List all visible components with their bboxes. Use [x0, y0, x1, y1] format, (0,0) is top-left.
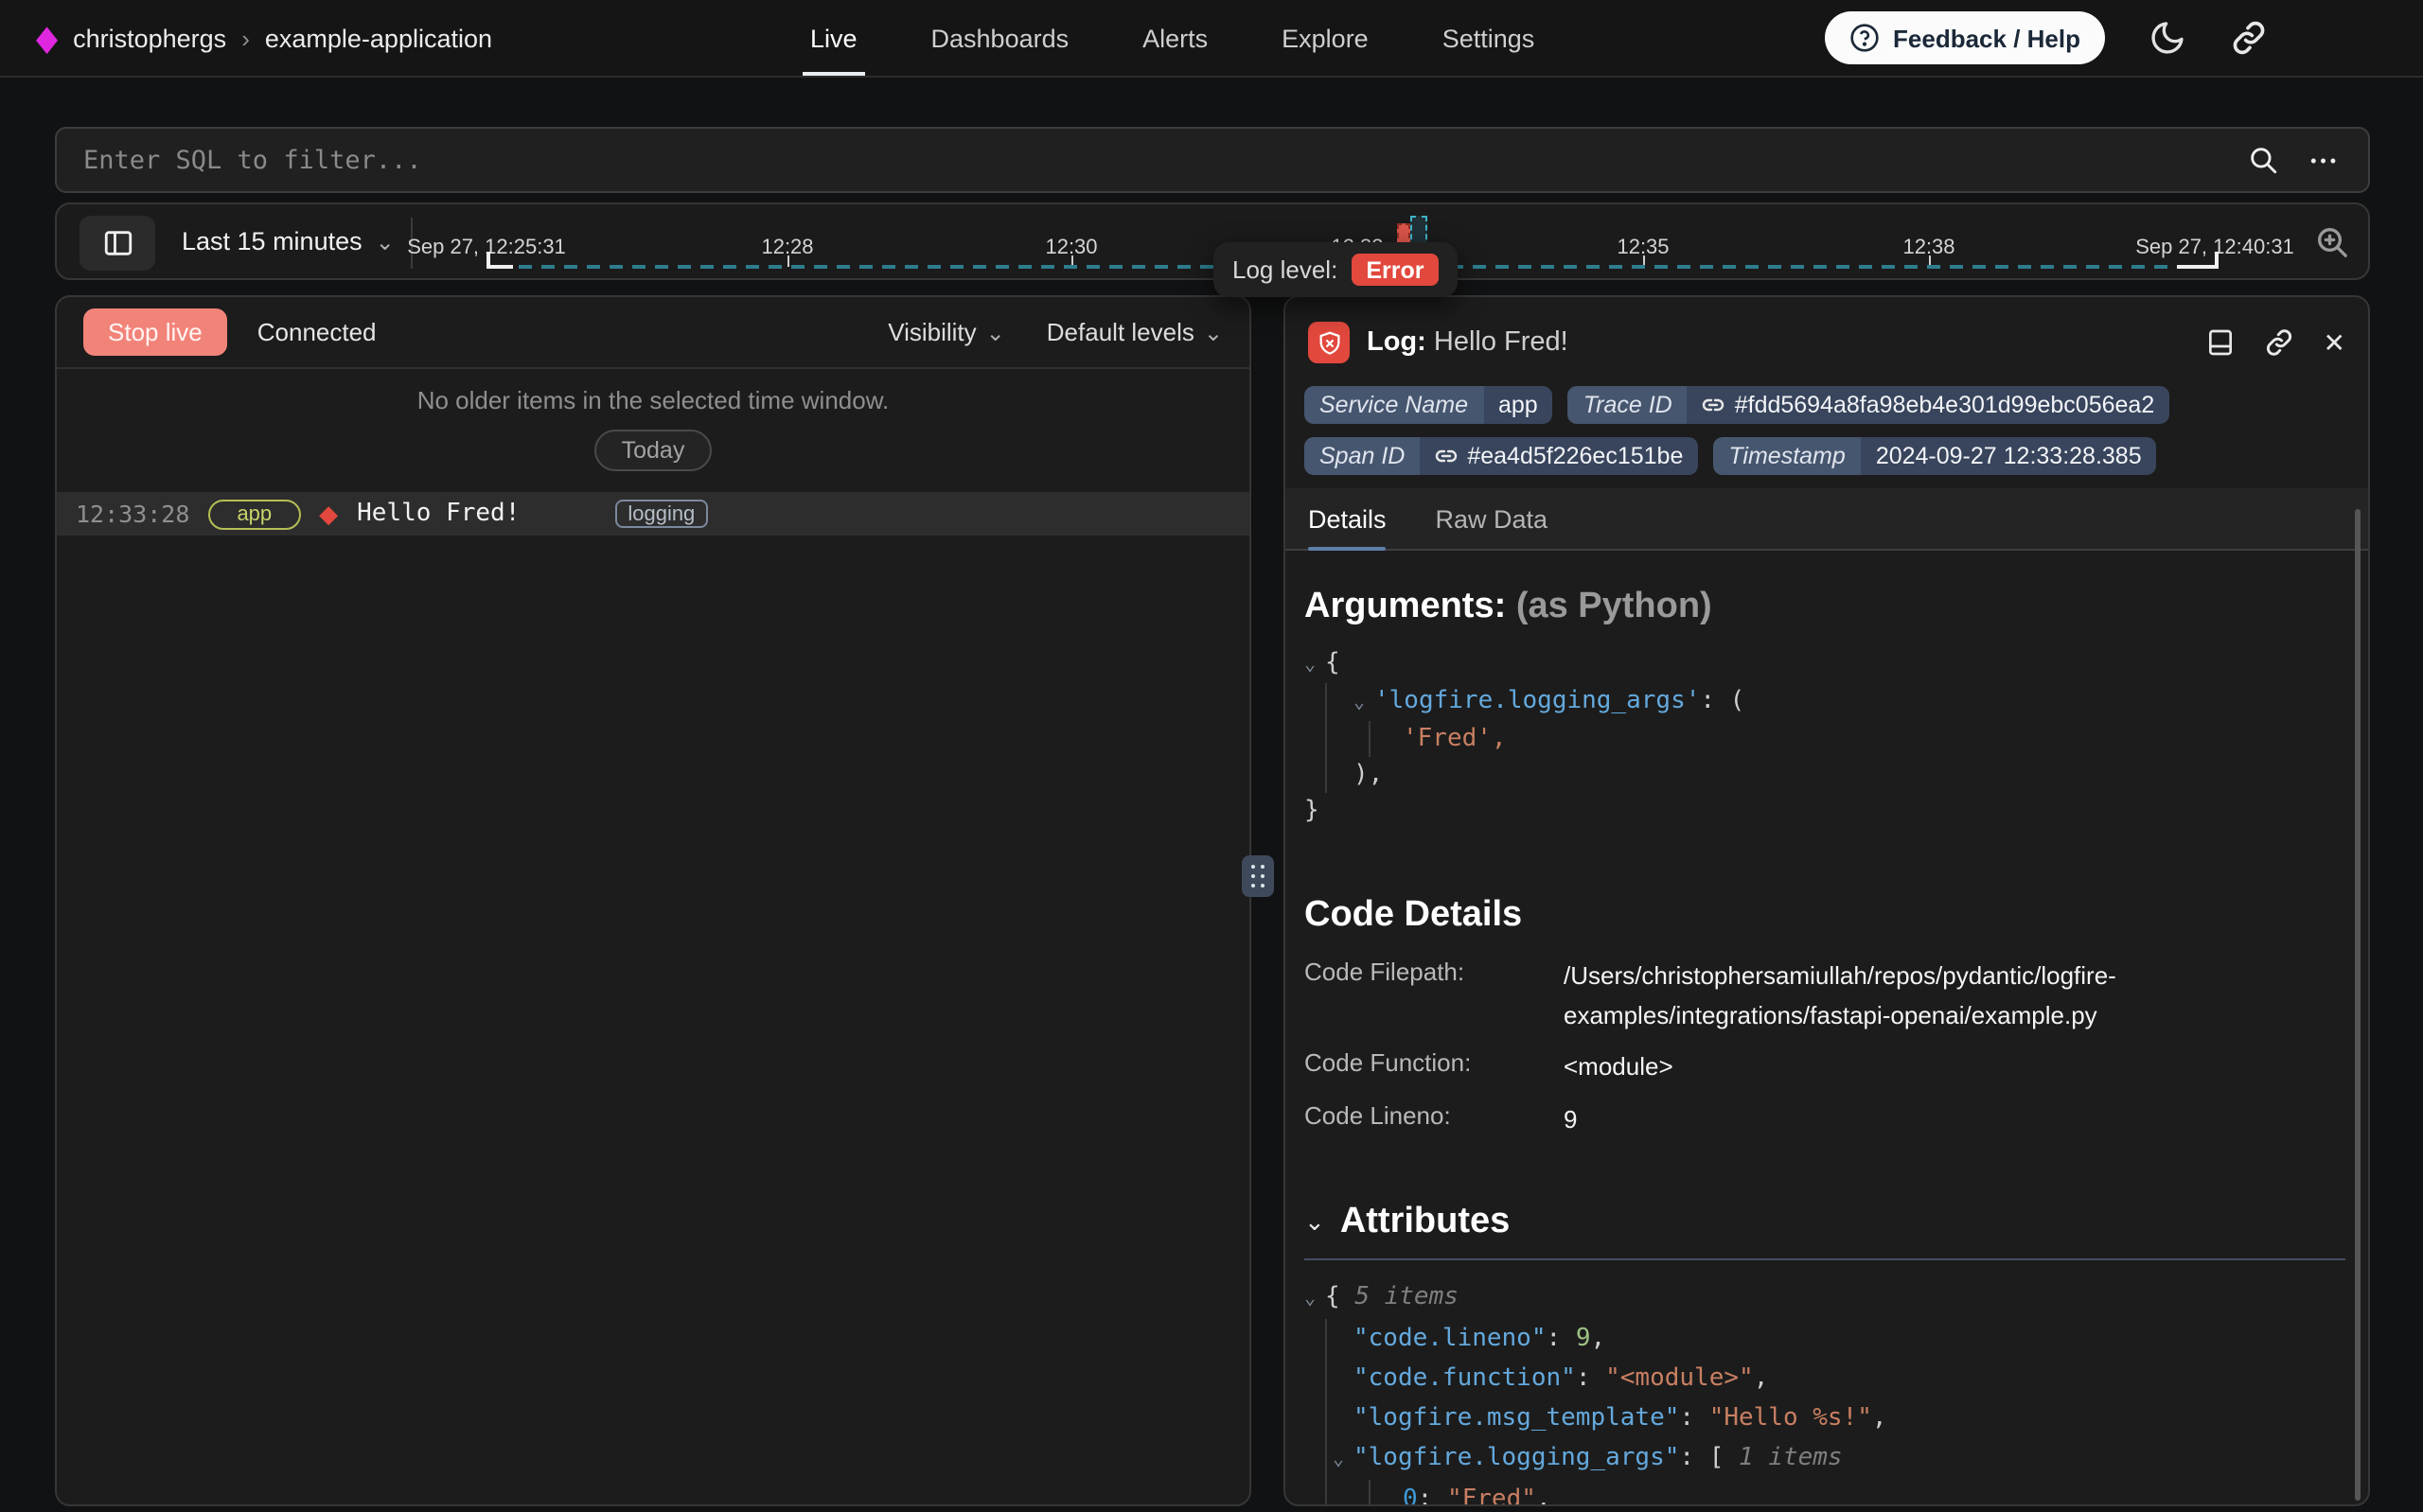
nav-tab-dashboards[interactable]: Dashboards [931, 0, 1070, 76]
detail-content: Arguments: (as Python) ⌄{ ⌄'logfire.logg… [1285, 587, 2368, 1506]
nav-tab-alerts[interactable]: Alerts [1142, 0, 1208, 76]
panel-resize-handle[interactable] [1242, 855, 1274, 897]
search-icon[interactable] [2246, 144, 2278, 176]
question-circle-icon [1849, 23, 1880, 53]
trace-id-badge[interactable]: Trace ID #fdd5694a8fa98eb4e301d99ebc056e… [1568, 386, 2170, 424]
sql-filter-bar: ••• [55, 127, 2370, 193]
breadcrumb: ◆ christophergs › example-application [0, 21, 492, 55]
live-panel-header: Stop live Connected Visibility ⌄ Default… [57, 297, 1249, 369]
default-levels-dropdown[interactable]: Default levels ⌄ [1047, 318, 1223, 346]
nav-tab-explore[interactable]: Explore [1282, 0, 1369, 76]
feedback-help-button[interactable]: Feedback / Help [1825, 11, 2105, 64]
code-function-row: Code Function: <module> [1304, 1048, 2345, 1087]
logfire-app: ◆ christophergs › example-application Li… [0, 0, 2423, 1512]
collapse-chevron-icon[interactable]: ⌄ [1353, 685, 1374, 721]
share-link-icon[interactable] [2230, 19, 2268, 57]
range-start-bracket-foot [486, 265, 513, 269]
range-end-bracket-foot [2177, 265, 2219, 269]
arguments-python-code: ⌄{ ⌄'logfire.logging_args': ( 'Fred', ),… [1304, 645, 2345, 829]
copy-link-icon[interactable] [2265, 327, 2295, 358]
breadcrumb-project[interactable]: example-application [265, 24, 492, 52]
main-nav: Live Dashboards Alerts Explore Settings [810, 0, 1534, 76]
zoom-in-icon[interactable] [2313, 223, 2351, 261]
log-level-tooltip: Log level: Error [1213, 242, 1458, 297]
chevron-down-icon: ⌄ [376, 230, 395, 253]
attributes-heading: ⌄ Attributes [1304, 1202, 2345, 1243]
scrollbar-thumb[interactable] [2355, 509, 2361, 1501]
top-header: ◆ christophergs › example-application Li… [0, 0, 2423, 78]
more-options-icon[interactable]: ••• [2310, 150, 2340, 169]
collapse-chevron-icon[interactable]: ⌄ [1304, 647, 1325, 683]
breadcrumb-org[interactable]: christophergs [73, 24, 226, 52]
divider [1304, 1258, 2345, 1260]
timestamp-badge[interactable]: Timestamp 2024-09-27 12:33:28.385 [1713, 437, 2156, 475]
service-badge: app [208, 499, 300, 529]
tab-details[interactable]: Details [1308, 488, 1387, 549]
live-logs-panel: Stop live Connected Visibility ⌄ Default… [55, 295, 1251, 1506]
detail-tabs: Details Raw Data [1285, 488, 2368, 551]
code-filepath-row: Code Filepath: /Users/christophersamiull… [1304, 958, 2345, 1035]
link-icon [1703, 394, 1725, 416]
tooltip-label: Log level: [1232, 255, 1337, 284]
panel-layout-icon[interactable] [2206, 327, 2237, 358]
close-icon[interactable]: ✕ [2324, 326, 2345, 359]
time-range-selector[interactable]: Last 15 minutes ⌄ [182, 204, 395, 278]
today-button[interactable]: Today [595, 430, 712, 471]
nav-tab-live[interactable]: Live [810, 0, 858, 76]
service-name-badge[interactable]: Service Name app [1304, 386, 1553, 424]
dark-mode-moon-icon[interactable] [2149, 19, 2186, 57]
code-lineno-row: Code Lineno: 9 [1304, 1100, 2345, 1139]
collapse-chevron-icon[interactable]: ⌄ [1304, 1279, 1325, 1319]
detail-header: Log: Hello Fred! ✕ [1285, 308, 2368, 377]
sql-filter-input[interactable] [57, 145, 2246, 175]
connection-status: Connected [257, 318, 377, 346]
detail-title: Log: Hello Fred! [1367, 327, 1568, 358]
collapse-chevron-icon[interactable]: ⌄ [1333, 1440, 1353, 1480]
empty-window-message: No older items in the selected time wind… [57, 386, 1249, 414]
link-icon [1435, 445, 1458, 467]
code-details-heading: Code Details [1304, 895, 2345, 937]
error-diamond-icon: ◆ [319, 501, 338, 526]
nav-tab-settings[interactable]: Settings [1442, 0, 1535, 76]
breadcrumb-separator-icon: › [241, 24, 250, 52]
chevron-down-icon: ⌄ [986, 321, 1005, 343]
log-detail-panel: Log: Hello Fred! ✕ Service Name app Trac… [1283, 295, 2370, 1506]
chevron-down-icon: ⌄ [1204, 321, 1223, 343]
log-row-selected[interactable]: 12:33:28 app ◆ Hello Fred! logging [57, 492, 1249, 536]
attributes-json-code: ⌄{ 5 items "code.lineno": 9, "code.funct… [1304, 1277, 2345, 1506]
visibility-dropdown[interactable]: Visibility ⌄ [888, 318, 1005, 346]
sidebar-toggle-button[interactable] [80, 216, 155, 271]
error-level-badge: Error [1351, 254, 1439, 286]
span-id-badge[interactable]: Span ID #ea4d5f226ec151be [1304, 437, 1698, 475]
logfire-logo-diamond-icon: ◆ [36, 17, 58, 60]
collapse-chevron-icon[interactable]: ⌄ [1304, 1207, 1325, 1238]
log-message: Hello Fred! [357, 500, 520, 528]
error-shield-icon [1308, 322, 1350, 363]
time-range-bar: Last 15 minutes ⌄ Sep 27, 12:25:31 12:28… [55, 202, 2370, 280]
user-avatar[interactable] [2311, 9, 2370, 67]
arguments-heading: Arguments: (as Python) [1304, 587, 2345, 628]
span-badges: Service Name app Trace ID #fdd5694a8fa98… [1285, 377, 2368, 475]
logging-tag-badge: logging [614, 500, 708, 528]
log-timestamp: 12:33:28 [76, 500, 189, 528]
stop-live-button[interactable]: Stop live [83, 308, 227, 356]
tab-raw-data[interactable]: Raw Data [1436, 488, 1548, 549]
header-actions: Feedback / Help [1825, 0, 2370, 76]
